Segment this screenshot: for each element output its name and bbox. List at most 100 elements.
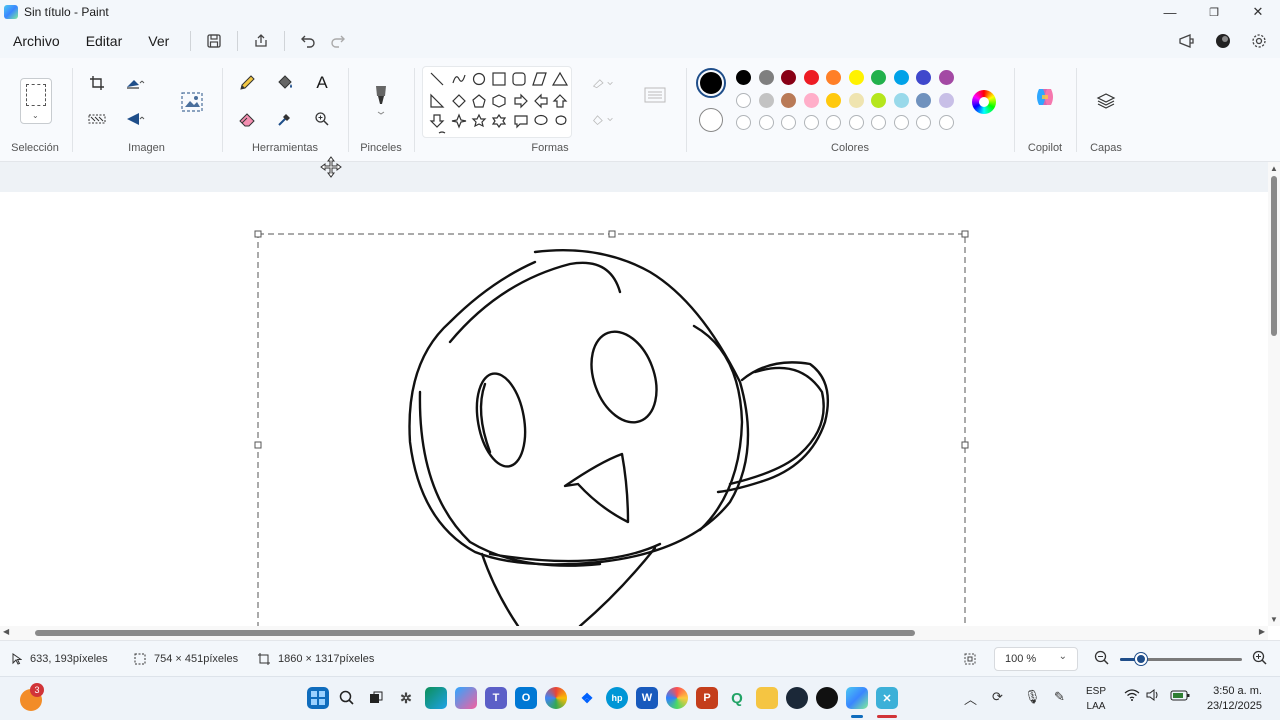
- sync-icon[interactable]: ⟳: [992, 689, 1003, 705]
- menu-editar[interactable]: Editar: [73, 33, 136, 49]
- hp-icon[interactable]: hp: [606, 687, 628, 709]
- color-swatch[interactable]: [758, 70, 774, 85]
- word-icon[interactable]: W: [636, 687, 658, 709]
- microphone-icon[interactable]: 🎙: [1024, 689, 1041, 705]
- custom-color-slot[interactable]: [826, 115, 841, 130]
- color-swatch[interactable]: [916, 92, 931, 108]
- custom-color-slot[interactable]: [848, 115, 864, 130]
- maximize-button[interactable]: ❐: [1192, 0, 1236, 24]
- account-avatar-icon[interactable]: [1208, 27, 1238, 55]
- task-view-icon[interactable]: [365, 687, 387, 709]
- shape-outline-icon[interactable]: [592, 72, 614, 94]
- scroll-left-arrow-icon[interactable]: ◀: [3, 627, 9, 636]
- custom-color-slot[interactable]: [781, 115, 796, 130]
- dropbox-icon[interactable]: ❖: [576, 687, 598, 709]
- zoom-select[interactable]: 100 % ⌄: [994, 647, 1078, 671]
- pencil-icon[interactable]: [236, 72, 258, 94]
- vertical-scrollbar[interactable]: ▲ ▼: [1268, 162, 1280, 626]
- language-indicator[interactable]: ESP LAA: [1086, 684, 1106, 714]
- shape-fill-icon[interactable]: [592, 108, 614, 130]
- edit-colors-icon[interactable]: [972, 90, 996, 114]
- custom-color-slot[interactable]: [938, 115, 954, 130]
- wifi-icon[interactable]: [1124, 689, 1140, 704]
- save-icon[interactable]: [199, 27, 229, 55]
- q-app-icon[interactable]: Q: [726, 687, 748, 709]
- layers-icon[interactable]: [1095, 90, 1117, 112]
- shapes-gallery-icons[interactable]: [423, 67, 573, 139]
- widgets-icon[interactable]: ✲: [395, 687, 417, 709]
- chrome-icon[interactable]: [545, 687, 567, 709]
- zoom-in-icon[interactable]: [1252, 650, 1268, 669]
- color-swatch[interactable]: [826, 70, 841, 85]
- selection-tool-button[interactable]: ⌄: [20, 78, 52, 124]
- eraser-icon[interactable]: [236, 108, 258, 130]
- custom-color-slot[interactable]: [916, 115, 931, 130]
- scroll-up-arrow-icon[interactable]: ▲: [1270, 164, 1278, 173]
- steam-icon[interactable]: [786, 687, 808, 709]
- zoom-slider-knob[interactable]: [1134, 653, 1147, 665]
- drawing-canvas[interactable]: [0, 192, 1268, 626]
- search-icon[interactable]: [336, 687, 358, 709]
- primary-color-swatch[interactable]: [696, 68, 726, 98]
- system-clock[interactable]: 3:50 a. m. 23/12/2025: [1207, 684, 1262, 714]
- shape-size-icon[interactable]: [642, 84, 668, 106]
- tray-overflow-chevron-icon[interactable]: ︿: [964, 689, 977, 708]
- resize-icon[interactable]: [124, 72, 146, 94]
- settings-gear-icon[interactable]: [1244, 27, 1274, 55]
- color-swatch[interactable]: [916, 70, 931, 85]
- pen-icon[interactable]: ✎: [1054, 689, 1065, 705]
- color-swatch[interactable]: [871, 92, 886, 108]
- color-swatch[interactable]: [871, 70, 886, 85]
- edge-browser-icon[interactable]: [425, 687, 447, 709]
- menu-archivo[interactable]: Archivo: [0, 33, 73, 49]
- zoom-slider[interactable]: [1120, 653, 1242, 665]
- color-swatch[interactable]: [758, 92, 774, 108]
- start-button-icon[interactable]: [307, 687, 329, 709]
- color-swatch[interactable]: [803, 92, 819, 108]
- paint-taskbar-icon[interactable]: [846, 687, 868, 709]
- fit-to-window-icon[interactable]: [962, 651, 978, 670]
- menu-ver[interactable]: Ver: [135, 33, 182, 49]
- minimize-button[interactable]: —: [1148, 0, 1192, 24]
- share-icon[interactable]: [246, 27, 276, 55]
- scroll-down-arrow-icon[interactable]: ▼: [1270, 615, 1278, 624]
- copilot-icon[interactable]: [1032, 84, 1058, 110]
- powerpoint-icon[interactable]: P: [696, 687, 718, 709]
- color-swatch[interactable]: [938, 92, 954, 108]
- canvas-area[interactable]: [0, 192, 1268, 626]
- vertical-scroll-thumb[interactable]: [1271, 176, 1277, 336]
- color-swatch[interactable]: [826, 92, 841, 108]
- undo-icon[interactable]: [293, 27, 323, 55]
- custom-color-slot[interactable]: [758, 115, 774, 130]
- color-swatch[interactable]: [893, 70, 909, 85]
- custom-color-slot[interactable]: [893, 115, 909, 130]
- select-transparent-icon[interactable]: [86, 108, 108, 130]
- redo-icon[interactable]: [323, 27, 353, 55]
- color-swatch[interactable]: [893, 92, 909, 108]
- secondary-color-swatch[interactable]: [699, 108, 723, 132]
- color-swatch[interactable]: [781, 70, 796, 85]
- custom-color-slot[interactable]: [871, 115, 886, 130]
- text-tool-icon[interactable]: A: [311, 72, 333, 94]
- custom-color-slot[interactable]: [736, 115, 751, 130]
- scroll-right-arrow-icon[interactable]: ▶: [1259, 627, 1265, 636]
- close-button[interactable]: ✕: [1236, 0, 1280, 24]
- color-swatch[interactable]: [803, 70, 819, 85]
- teams-icon[interactable]: T: [485, 687, 507, 709]
- brush-icon[interactable]: [370, 82, 392, 118]
- image-generator-icon[interactable]: [180, 90, 204, 114]
- color-swatch[interactable]: [781, 92, 796, 108]
- obs-icon[interactable]: [816, 687, 838, 709]
- zoom-out-icon[interactable]: [1094, 650, 1110, 669]
- color-swatch[interactable]: [736, 92, 751, 108]
- battery-icon[interactable]: [1170, 689, 1190, 704]
- rotate-icon[interactable]: [124, 108, 146, 130]
- magnifier-icon[interactable]: [311, 108, 333, 130]
- snipping-tool-icon[interactable]: ✕: [876, 687, 898, 709]
- horizontal-scroll-thumb[interactable]: [35, 630, 915, 636]
- horizontal-scrollbar[interactable]: ◀ ▶: [0, 626, 1268, 640]
- outlook-icon[interactable]: O: [515, 687, 537, 709]
- color-swatch[interactable]: [938, 70, 954, 85]
- color-picker-icon[interactable]: [274, 108, 296, 130]
- fill-bucket-icon[interactable]: [274, 72, 296, 94]
